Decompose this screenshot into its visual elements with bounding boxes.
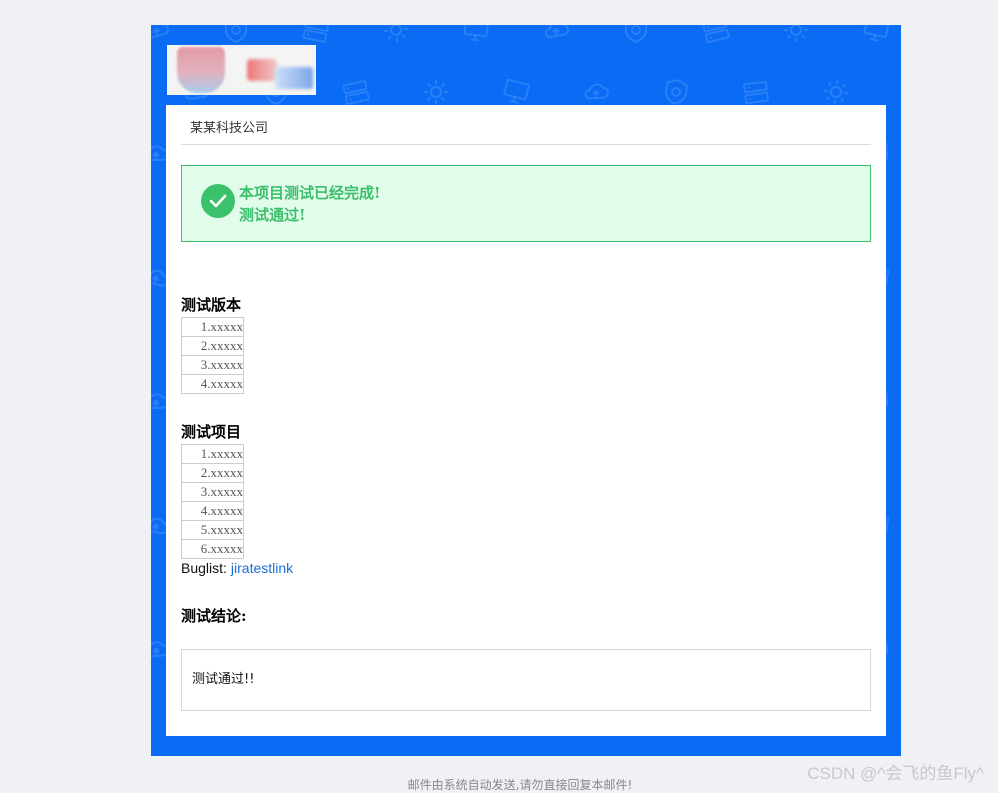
monitor-icon	[898, 74, 901, 109]
list-item: 1.xxxxx	[181, 444, 244, 464]
gear-icon	[380, 25, 413, 46]
watermark: CSDN @^会飞的鱼Fly^	[807, 759, 984, 784]
cloud-icon	[539, 25, 574, 47]
server-icon	[739, 75, 772, 108]
check-circle-icon	[201, 184, 235, 218]
buglist-label: Buglist:	[181, 560, 227, 576]
email-card: 某某科技公司 本项目测试已经完成! 测试通过! 测试版本 1.xxxxx 2.x…	[166, 105, 886, 736]
gear-icon	[421, 77, 452, 108]
list-item: 4.xxxxx	[181, 502, 244, 521]
cloud-icon	[580, 76, 612, 108]
list-item: 2.xxxxx	[181, 337, 244, 356]
gear-icon	[820, 76, 853, 109]
shield-icon	[220, 25, 251, 46]
company-name: 某某科技公司	[190, 117, 268, 136]
projects-list: 1.xxxxx 2.xxxxx 3.xxxxx 4.xxxxx 5.xxxxx …	[181, 444, 244, 559]
monitor-icon	[858, 25, 894, 48]
gear-icon	[781, 25, 812, 45]
list-item: 5.xxxxx	[181, 521, 244, 540]
server-icon	[698, 25, 734, 48]
email-frame: 某某科技公司 本项目测试已经完成! 测试通过! 测试版本 1.xxxxx 2.x…	[151, 25, 901, 756]
success-alert: 本项目测试已经完成! 测试通过!	[181, 165, 871, 242]
monitor-icon	[898, 322, 901, 358]
list-item: 4.xxxxx	[181, 375, 244, 394]
versions-list: 1.xxxxx 2.xxxxx 3.xxxxx 4.xxxxx	[181, 317, 244, 394]
projects-title: 测试项目	[181, 421, 241, 442]
list-item: 3.xxxxx	[181, 356, 244, 375]
list-item: 2.xxxxx	[181, 464, 244, 483]
list-item: 1.xxxxx	[181, 317, 244, 337]
alert-line-2: 测试通过!	[239, 204, 306, 225]
jira-test-link[interactable]: jiratestlink	[231, 560, 293, 576]
alert-line-1: 本项目测试已经完成!	[239, 182, 381, 203]
shield-icon	[620, 25, 652, 46]
conclusion-text: 测试通过!!	[192, 668, 254, 687]
company-header: 某某科技公司	[181, 105, 871, 145]
versions-title: 测试版本	[181, 294, 241, 315]
monitor-icon	[898, 570, 901, 607]
buglist-row: Buglist:jiratestlink	[181, 560, 293, 576]
list-item: 6.xxxxx	[181, 540, 244, 559]
monitor-icon	[900, 200, 901, 232]
conclusion-title: 测试结论:	[181, 605, 247, 626]
list-item: 3.xxxxx	[181, 483, 244, 502]
monitor-icon	[459, 25, 492, 47]
conclusion-box: 测试通过!!	[181, 649, 871, 711]
company-logo	[167, 45, 316, 95]
